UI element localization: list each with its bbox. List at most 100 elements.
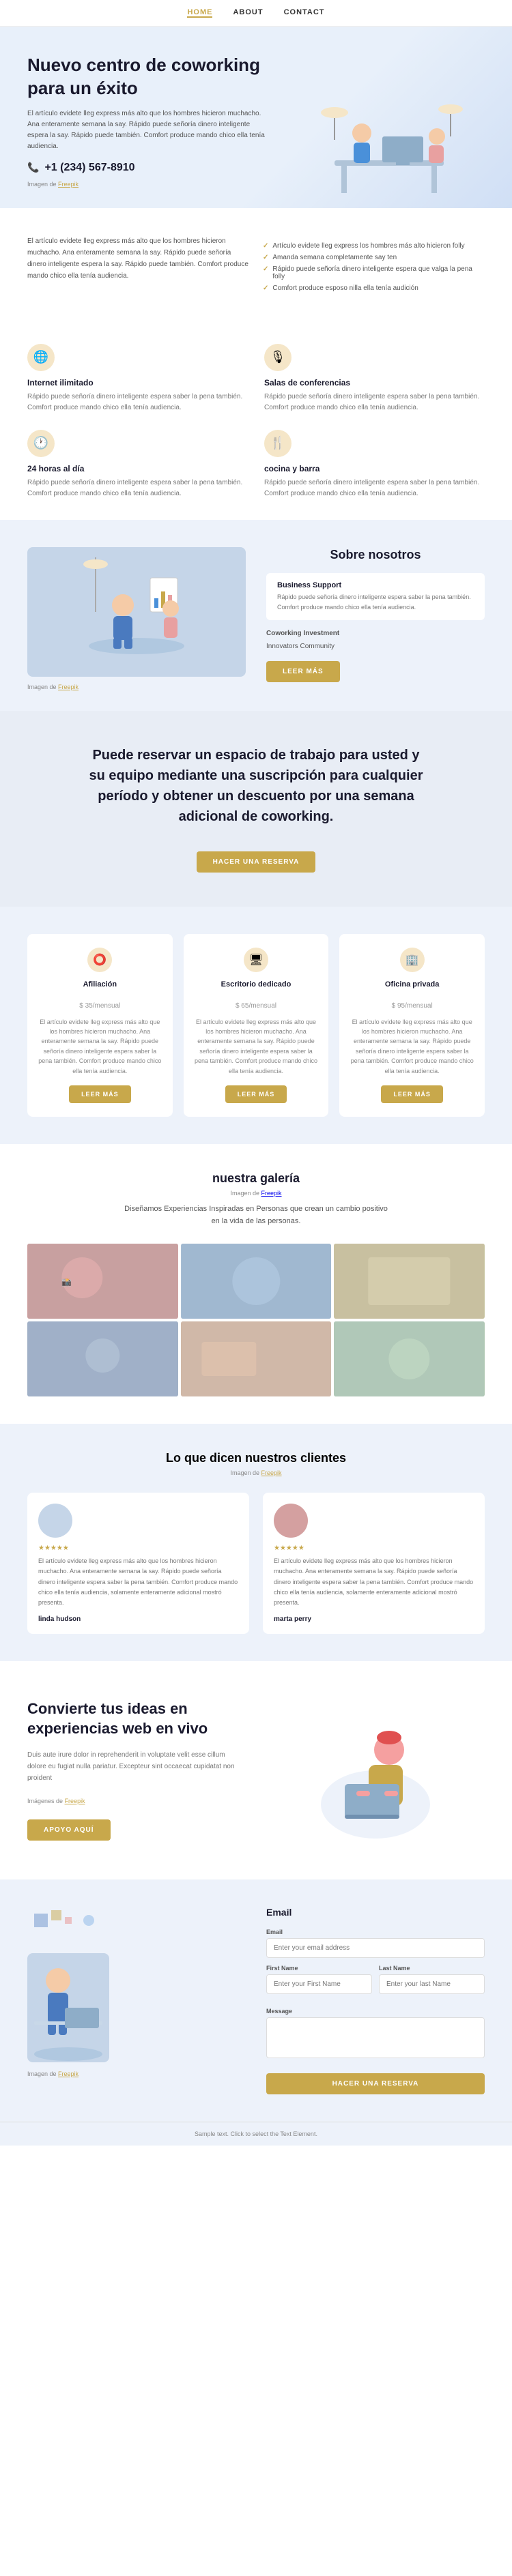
contact-submit-button[interactable]: HACER UNA RESERVA bbox=[266, 2073, 485, 2094]
email-input[interactable] bbox=[266, 1938, 485, 1958]
pricing-section: ⭕ Afiliación $ 35/mensual El artículo ev… bbox=[0, 907, 512, 1144]
nav-home[interactable]: HOME bbox=[187, 8, 212, 18]
icon-box-internet-title: Internet ilimitado bbox=[27, 378, 248, 387]
about-link-2[interactable]: Innovators Community bbox=[266, 640, 485, 653]
main-nav: HOME ABOUT CONTACT bbox=[0, 0, 512, 27]
features-text: El artículo evidete lleg express más alt… bbox=[27, 235, 249, 282]
message-group: Message bbox=[266, 2008, 485, 2058]
pricing-privada-price: $ 95/mensual bbox=[350, 994, 474, 1012]
icon-box-kitchen-text: Rápido puede señoría dinero inteligente … bbox=[264, 478, 485, 499]
gallery-cell-2 bbox=[181, 1244, 332, 1319]
icon-box-hours: 🕐 24 horas al día Rápido puede señoría d… bbox=[27, 430, 248, 499]
cta-banner-section: Puede reservar un espacio de trabajo par… bbox=[0, 711, 512, 907]
pricing-afiliacion-price: $ 35/mensual bbox=[38, 994, 162, 1012]
about-illustration bbox=[27, 547, 246, 677]
check-item-1: Artículo evidete lleg express los hombre… bbox=[263, 242, 485, 250]
internet-icon: 🌐 bbox=[27, 344, 55, 371]
icon-box-conference-text: Rápido puede señoría dinero inteligente … bbox=[264, 392, 485, 413]
web-cta-text: Convierte tus ideas en experiencias web … bbox=[27, 1699, 246, 1841]
hero-illustration bbox=[266, 99, 485, 208]
pricing-dedicado-button[interactable]: LEER MÁS bbox=[225, 1085, 287, 1103]
about-card-text: Rápido puede señoría dinero inteligente … bbox=[277, 592, 474, 612]
icon-box-internet-text: Rápido puede señoría dinero inteligente … bbox=[27, 392, 248, 413]
about-title: Sobre nosotros bbox=[266, 548, 485, 562]
last-name-input[interactable] bbox=[379, 1974, 485, 1994]
contact-credit-link[interactable]: Freepik bbox=[58, 2070, 79, 2077]
features-left: El artículo evidete lleg express más alt… bbox=[27, 235, 249, 296]
gallery-subtitle: Diseñamos Experiencias Inspiradas en Per… bbox=[119, 1203, 393, 1227]
testimonials-title: Lo que dicen nuestros clientes bbox=[27, 1451, 485, 1465]
pricing-cards: ⭕ Afiliación $ 35/mensual El artículo ev… bbox=[27, 934, 485, 1117]
conference-icon: 🎙 bbox=[264, 344, 291, 371]
hero-description: El artículo evidete lleg express más alt… bbox=[27, 108, 266, 152]
about-img-credit: Imagen de Freepik bbox=[27, 684, 246, 690]
pricing-afiliacion-button[interactable]: LEER MÁS bbox=[69, 1085, 131, 1103]
gallery-credit: Imagen de Freepik bbox=[27, 1190, 485, 1197]
gallery-section: nuestra galería Imagen de Freepik Diseña… bbox=[0, 1144, 512, 1424]
footer: Sample text. Click to select the Text El… bbox=[0, 2122, 512, 2146]
hero-img-credit: Imagen de Freepik bbox=[27, 181, 266, 188]
web-cta-button[interactable]: APOYO AQUÍ bbox=[27, 1819, 111, 1841]
nav-contact[interactable]: CONTACT bbox=[284, 8, 325, 18]
testimonials-credit: Imagen de Freepik bbox=[27, 1469, 485, 1476]
about-credit-link[interactable]: Freepik bbox=[58, 684, 79, 690]
contact-illustration-block: Imagen de Freepik bbox=[27, 1907, 246, 2077]
phone-number: +1 (234) 567-8910 bbox=[44, 162, 134, 174]
pricing-card-dedicado: 🖥 Escritorio dedicado $ 65/mensual El ar… bbox=[184, 934, 329, 1117]
email-field-group: Email bbox=[266, 1929, 485, 1958]
nav-about[interactable]: ABOUT bbox=[233, 8, 263, 18]
last-name-group: Last Name bbox=[379, 1965, 485, 1994]
testimonials-credit-link[interactable]: Freepik bbox=[261, 1469, 282, 1476]
icon-box-kitchen: 🍴 cocina y barra Rápido puede señoría di… bbox=[264, 430, 485, 499]
pricing-privada-text: El artículo evidete lleg express más alt… bbox=[350, 1017, 474, 1076]
testimonials-section: Lo que dicen nuestros clientes Imagen de… bbox=[0, 1424, 512, 1660]
web-cta-credit-link[interactable]: Freepik bbox=[65, 1798, 85, 1804]
cta-reserve-button[interactable]: HACER UNA RESERVA bbox=[197, 851, 316, 873]
message-textarea[interactable] bbox=[266, 2017, 485, 2058]
marta-name: marta perry bbox=[274, 1615, 474, 1623]
pricing-card-privada: 🏢 Oficina privada $ 95/mensual El artícu… bbox=[339, 934, 485, 1117]
gallery-title: nuestra galería bbox=[27, 1171, 485, 1186]
linda-text: El artículo evidete lleg express más alt… bbox=[38, 1556, 238, 1608]
testimonial-marta: ★★★★★ El artículo evidete lleg express m… bbox=[263, 1493, 485, 1633]
afiliacion-icon: ⭕ bbox=[87, 948, 112, 972]
privada-icon: 🏢 bbox=[400, 948, 425, 972]
hero-title: Nuevo centro de coworking para un éxito bbox=[27, 54, 266, 100]
contact-left: Imagen de Freepik bbox=[27, 1907, 246, 2077]
gallery-cell-6 bbox=[334, 1321, 485, 1396]
marta-text: El artículo evidete lleg express más alt… bbox=[274, 1556, 474, 1608]
icon-box-kitchen-title: cocina y barra bbox=[264, 464, 485, 473]
check-item-4: Comfort produce esposo nilla ella tenía … bbox=[263, 284, 485, 292]
hero-credit-link[interactable]: Freepik bbox=[58, 181, 79, 188]
gallery-cell-5 bbox=[181, 1321, 332, 1396]
pricing-privada-button[interactable]: LEER MÁS bbox=[381, 1085, 443, 1103]
icon-box-hours-text: Rápido puede señoría dinero inteligente … bbox=[27, 478, 248, 499]
gallery-grid: 📸 bbox=[27, 1244, 485, 1396]
pricing-afiliacion-title: Afiliación bbox=[38, 980, 162, 989]
check-list: Artículo evidete lleg express los hombre… bbox=[263, 242, 485, 292]
kitchen-icon: 🍴 bbox=[264, 430, 291, 457]
gallery-credit-link[interactable]: Freepik bbox=[261, 1190, 282, 1197]
about-link-1[interactable]: Coworking Investment bbox=[266, 627, 485, 640]
contact-person-1 bbox=[27, 1953, 109, 2062]
pricing-dedicado-title: Escritorio dedicado bbox=[195, 980, 318, 989]
web-cta-illustration bbox=[266, 1695, 485, 1845]
dedicado-icon: 🖥 bbox=[244, 948, 268, 972]
first-name-input[interactable] bbox=[266, 1974, 372, 1994]
testimonials-grid: ★★★★★ El artículo evidete lleg express m… bbox=[27, 1493, 485, 1633]
gallery-cell-1: 📸 bbox=[27, 1244, 178, 1319]
icon-box-internet: 🌐 Internet ilimitado Rápido puede señorí… bbox=[27, 344, 248, 413]
pricing-afiliacion-text: El artículo evidete lleg express más alt… bbox=[38, 1017, 162, 1076]
hero-section: Nuevo centro de coworking para un éxito … bbox=[0, 27, 512, 208]
about-read-more-button[interactable]: LEER MÁS bbox=[266, 661, 340, 682]
contact-form-block: Email Email First Name Last Name Message… bbox=[266, 1907, 485, 2094]
contact-persons bbox=[27, 1953, 246, 2062]
marta-avatar bbox=[274, 1504, 308, 1538]
check-item-3: Rápido puede señoría dinero inteligente … bbox=[263, 265, 485, 280]
hours-icon: 🕐 bbox=[27, 430, 55, 457]
web-cta-description: Duis aute irure dolor in reprehenderit i… bbox=[27, 1749, 246, 1784]
hero-phone[interactable]: 📞 +1 (234) 567-8910 bbox=[27, 162, 266, 174]
svg-text:📸: 📸 bbox=[61, 1277, 72, 1287]
footer-text: Sample text. Click to select the Text El… bbox=[195, 2131, 317, 2137]
gallery-cell-3 bbox=[334, 1244, 485, 1319]
